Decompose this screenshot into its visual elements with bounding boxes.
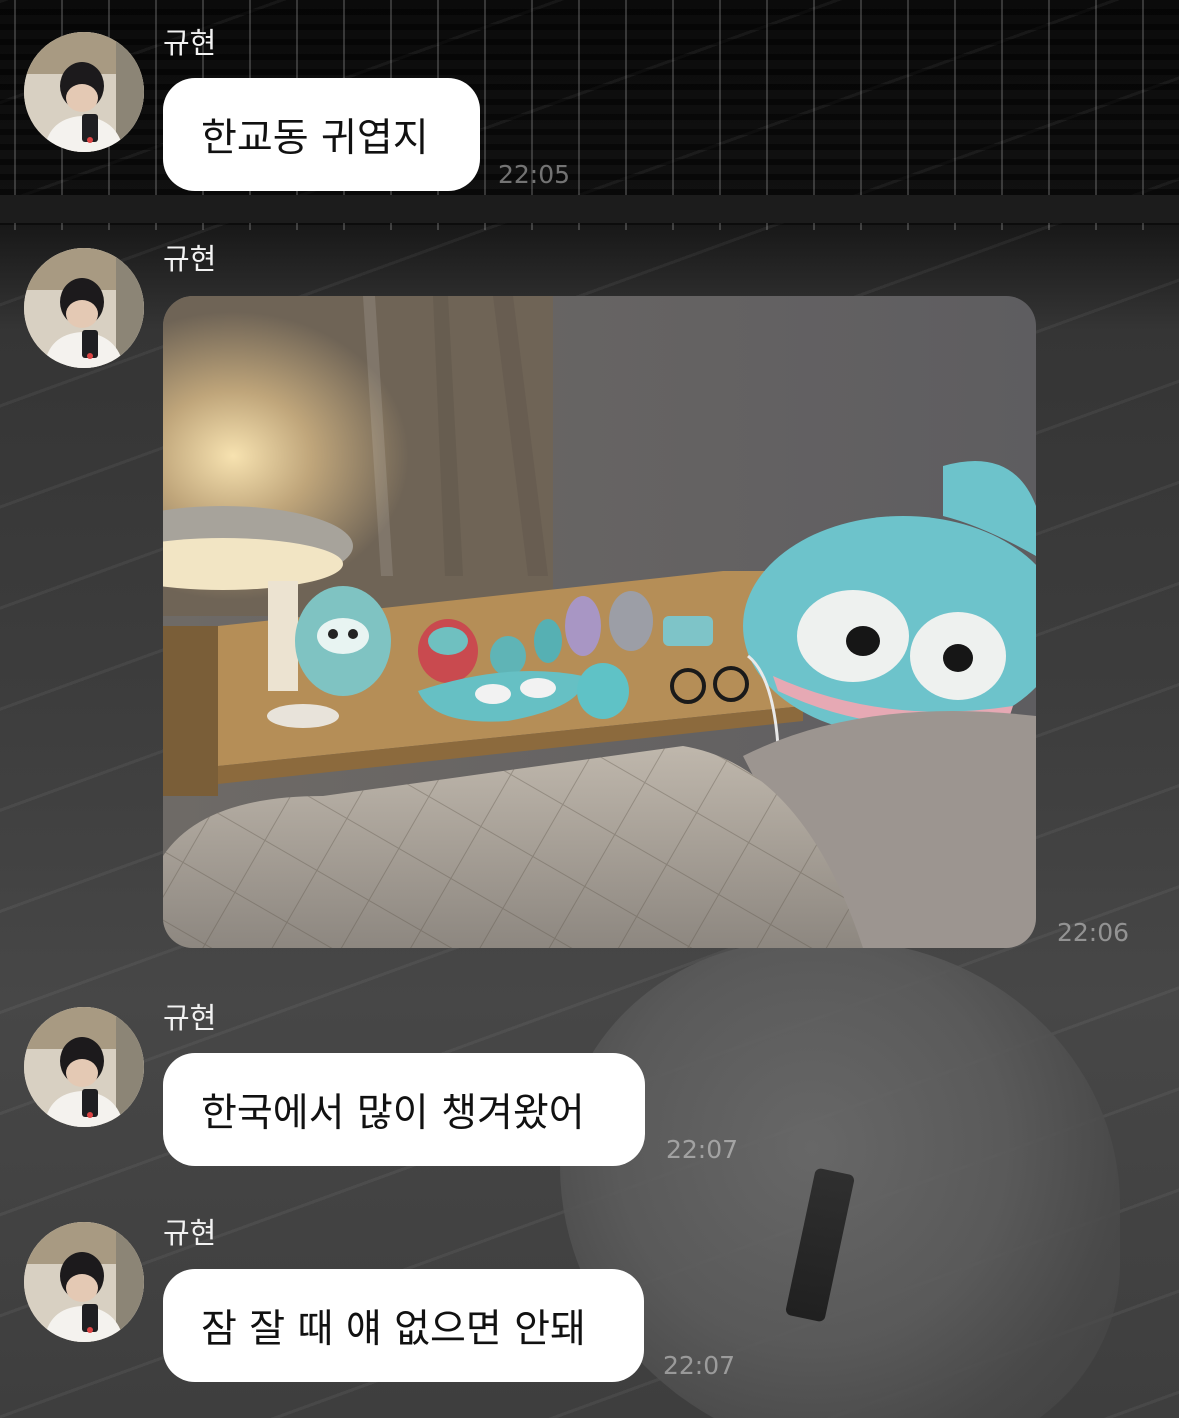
avatar-image	[24, 1222, 144, 1342]
message-group-3: 규현 한국에서 많이 챙겨왔어 22:07	[0, 1000, 1179, 1180]
sender-avatar[interactable]	[24, 248, 144, 368]
message-timestamp: 22:06	[1057, 918, 1130, 947]
sender-avatar[interactable]	[24, 32, 144, 152]
sender-name: 규현	[163, 26, 217, 60]
photo-message[interactable]	[163, 296, 1036, 948]
avatar-image	[24, 32, 144, 152]
sender-avatar[interactable]	[24, 1007, 144, 1127]
sender-name: 규현	[163, 1216, 217, 1250]
sender-name: 규현	[163, 1001, 217, 1035]
avatar-image	[24, 248, 144, 368]
message-group-2: 규현 22:06	[0, 240, 1179, 960]
avatar-image	[24, 1007, 144, 1127]
message-bubble[interactable]: 한국에서 많이 챙겨왔어	[163, 1053, 645, 1166]
message-timestamp: 22:05	[498, 160, 571, 189]
message-timestamp: 22:07	[663, 1351, 736, 1380]
message-group-1: 규현 한교동 귀엽지 22:05	[0, 0, 1179, 200]
sender-avatar[interactable]	[24, 1222, 144, 1342]
message-group-4: 규현 잠 잘 때 얘 없으면 안돼 22:07	[0, 1212, 1179, 1402]
message-bubble[interactable]: 잠 잘 때 얘 없으면 안돼	[163, 1269, 644, 1382]
sender-name: 규현	[163, 242, 217, 276]
bedside-plush-photo	[163, 296, 1036, 948]
message-bubble[interactable]: 한교동 귀엽지	[163, 78, 480, 191]
message-timestamp: 22:07	[666, 1135, 739, 1164]
